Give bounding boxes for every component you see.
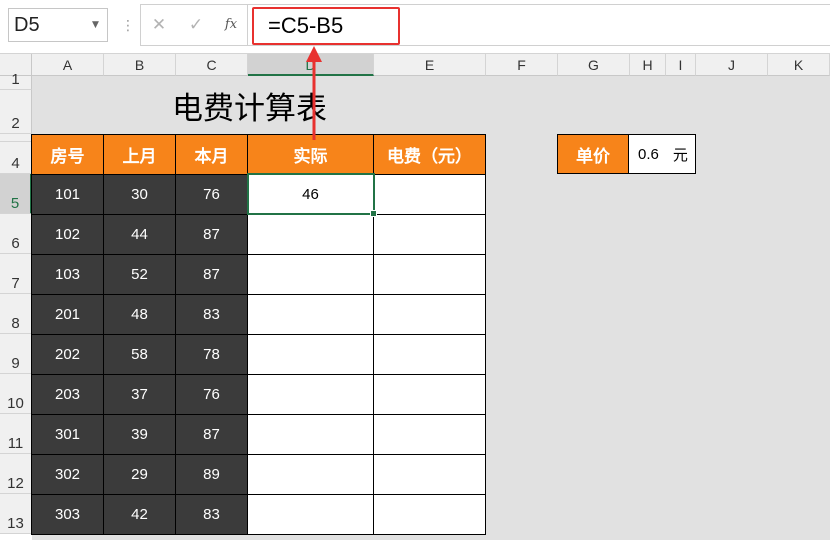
column-header-i[interactable]: I [666, 54, 696, 76]
row-header-10[interactable]: 10 [0, 374, 32, 414]
row-header-7[interactable]: 7 [0, 254, 32, 294]
table-header-cell[interactable]: 实际 [247, 134, 374, 175]
table-cell[interactable] [247, 374, 374, 415]
table-cell[interactable] [373, 454, 486, 495]
unit-price-label[interactable]: 单价 [557, 134, 629, 174]
table-cell[interactable]: 101 [31, 174, 104, 215]
table-cell[interactable]: 301 [31, 414, 104, 455]
row-header-12[interactable]: 12 [0, 454, 32, 494]
table-cell[interactable] [373, 254, 486, 295]
unit-price-value: 0.6 [638, 145, 659, 163]
column-header-j[interactable]: J [696, 54, 768, 76]
row-header-label: 1 [11, 71, 20, 88]
table-cell[interactable]: 29 [103, 454, 176, 495]
row-header-label: 2 [11, 115, 20, 132]
formula-text: =C5-B5 [268, 13, 344, 38]
table-cell[interactable] [247, 414, 374, 455]
table-cell[interactable]: 89 [175, 454, 248, 495]
table-cell[interactable] [373, 494, 486, 535]
row-header-6[interactable]: 6 [0, 214, 32, 254]
column-header-c[interactable]: C [176, 54, 248, 76]
table-cell[interactable] [373, 374, 486, 415]
insert-function-icon[interactable]: fx [220, 12, 242, 38]
row-header-label: 8 [11, 315, 20, 332]
table-cell[interactable] [373, 294, 486, 335]
name-box-dropdown-icon[interactable]: ▼ [92, 8, 99, 42]
column-header-g[interactable]: G [558, 54, 630, 76]
row-header-9[interactable]: 9 [0, 334, 32, 374]
row-header-label: 5 [10, 195, 20, 212]
unit-price-cell[interactable]: 0.6 元 [628, 134, 696, 174]
fill-handle[interactable] [370, 210, 377, 217]
active-cell-border [247, 173, 375, 215]
row-header-5[interactable]: 5 [0, 174, 32, 214]
table-cell[interactable]: 83 [175, 494, 248, 535]
table-cell[interactable]: 78 [175, 334, 248, 375]
table-cell[interactable]: 48 [103, 294, 176, 335]
table-cell[interactable]: 37 [103, 374, 176, 415]
table-cell[interactable] [373, 174, 486, 215]
table-cell[interactable] [373, 334, 486, 375]
table-cell[interactable] [247, 254, 374, 295]
column-header-e[interactable]: E [374, 54, 486, 76]
row-header-13[interactable]: 13 [0, 494, 32, 534]
more-options-icon[interactable]: ⋮ [121, 14, 135, 38]
column-header-d[interactable]: D [248, 54, 374, 76]
unit-price-unit: 元 [672, 146, 688, 164]
table-cell[interactable]: 39 [103, 414, 176, 455]
table-cell[interactable] [247, 334, 374, 375]
table-cell[interactable]: 102 [31, 214, 104, 255]
table-cell[interactable] [247, 454, 374, 495]
table-cell[interactable]: 203 [31, 374, 104, 415]
column-header-f[interactable]: F [486, 54, 558, 76]
table-cell[interactable]: 76 [175, 374, 248, 415]
table-cell[interactable] [247, 294, 374, 335]
cancel-icon[interactable]: ✕ [150, 12, 168, 38]
table-cell[interactable]: 44 [103, 214, 176, 255]
table-header-cell[interactable]: 电费（元） [373, 134, 486, 175]
table-cell[interactable] [247, 214, 374, 255]
table-cell[interactable]: 201 [31, 294, 104, 335]
table-cell[interactable] [373, 414, 486, 455]
row-header-2[interactable]: 2 [0, 90, 32, 134]
row-header-label: 6 [11, 235, 20, 252]
row-header-label: 10 [7, 395, 24, 412]
row-header-label: 4 [11, 155, 20, 172]
row-header-label: 11 [7, 435, 24, 452]
table-cell[interactable]: 87 [175, 254, 248, 295]
table-cell[interactable]: 30 [103, 174, 176, 215]
row-header-label: 12 [7, 475, 24, 492]
row-header-1[interactable]: 1 [0, 71, 32, 90]
table-cell[interactable]: 302 [31, 454, 104, 495]
table-cell[interactable]: 87 [175, 214, 248, 255]
enter-icon[interactable]: ✓ [186, 12, 206, 38]
table-cell[interactable]: 103 [31, 254, 104, 295]
table-cell[interactable]: 87 [175, 414, 248, 455]
table-header-cell[interactable]: 上月 [103, 134, 176, 175]
column-header-a[interactable]: A [32, 54, 104, 76]
row-header-label: 13 [7, 515, 24, 532]
name-box-value: D5 [14, 14, 40, 36]
table-cell[interactable]: 42 [103, 494, 176, 535]
column-header-h[interactable]: H [630, 54, 666, 76]
table-cell[interactable]: 202 [31, 334, 104, 375]
table-cell[interactable]: 58 [103, 334, 176, 375]
table-cell[interactable] [247, 494, 374, 535]
column-header-b[interactable]: B [104, 54, 176, 76]
sheet-title: 电费计算表 [172, 91, 327, 127]
row-header-label: 7 [11, 275, 20, 292]
row-header-4[interactable]: 4 [0, 142, 32, 174]
table-cell[interactable] [373, 214, 486, 255]
table-cell[interactable]: 83 [175, 294, 248, 335]
row-header-label: 9 [11, 355, 20, 372]
row-header-3[interactable] [0, 134, 32, 142]
table-cell[interactable]: 76 [175, 174, 248, 215]
row-header-11[interactable]: 11 [0, 414, 32, 454]
table-cell[interactable]: 52 [103, 254, 176, 295]
table-header-cell[interactable]: 房号 [31, 134, 104, 175]
column-header-k[interactable]: K [768, 54, 830, 76]
table-header-cell[interactable]: 本月 [175, 134, 248, 175]
table-cell[interactable]: 303 [31, 494, 104, 535]
row-header-8[interactable]: 8 [0, 294, 32, 334]
